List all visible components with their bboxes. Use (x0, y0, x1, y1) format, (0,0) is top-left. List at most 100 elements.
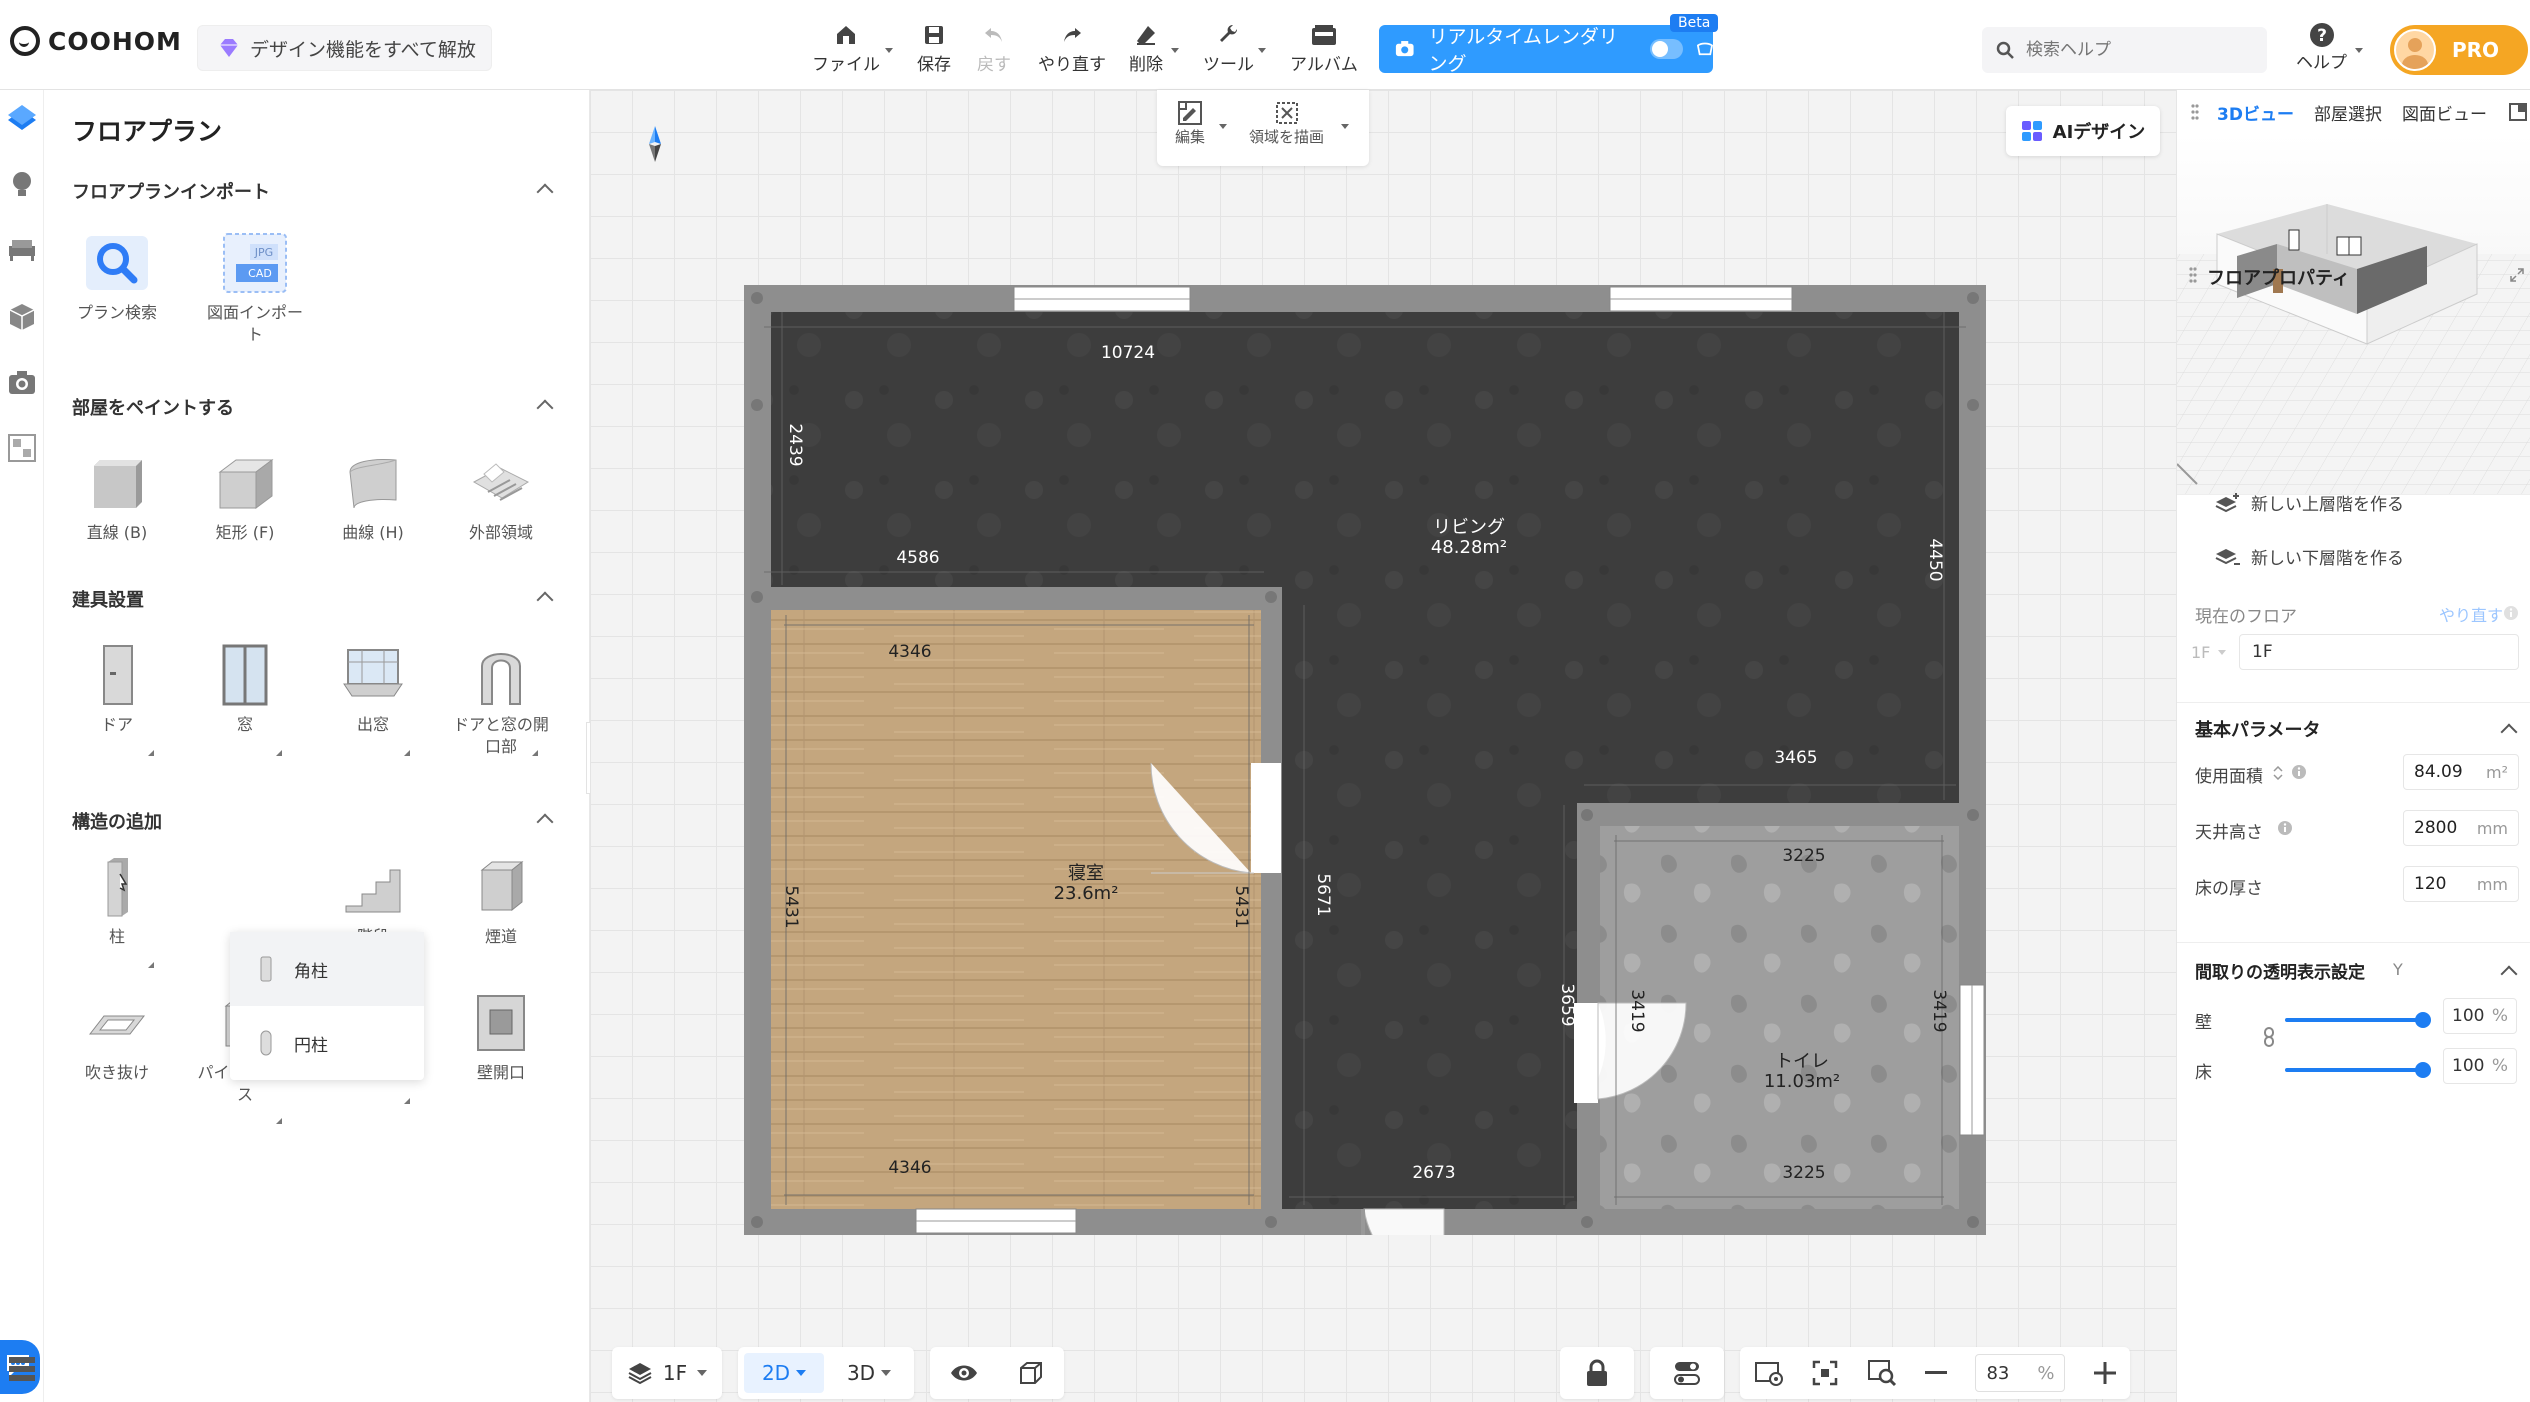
zoom-input[interactable]: 83 % (1975, 1354, 2066, 1392)
render-camera-icon[interactable] (6, 366, 38, 398)
tools-menu-button[interactable]: ツール (1203, 20, 1254, 75)
link-chain-icon[interactable] (2263, 1026, 2275, 1048)
draw-region-tool[interactable]: 領域を描画 (1249, 100, 1324, 147)
compass-icon[interactable] (648, 126, 662, 162)
popout-icon[interactable] (2509, 103, 2527, 121)
undo-button[interactable]: 戻す (977, 20, 1011, 75)
param-floor-thickness-label: 床の厚さ (2195, 879, 2263, 899)
lock-button[interactable] (1560, 1347, 1634, 1399)
expand-icon[interactable] (2510, 268, 2524, 282)
cube-view-icon[interactable] (1018, 1360, 1044, 1386)
opening-more-icon[interactable] (532, 750, 538, 756)
save-button[interactable]: 保存 (917, 20, 951, 75)
floor-transparency-input[interactable]: 100 % (2443, 1048, 2517, 1084)
edit-tool[interactable]: 編集 (1175, 100, 1205, 147)
column-more-icon[interactable] (148, 962, 154, 968)
fit-screen-icon[interactable] (1812, 1360, 1838, 1386)
bay-window-item[interactable]: 出窓 (318, 640, 428, 756)
import-drawing-item[interactable]: JPG CAD 図面インポート (200, 228, 310, 346)
view-mode-switch: 2D 3D (738, 1347, 914, 1399)
ai-design-button[interactable]: AIデザイン (2006, 106, 2160, 156)
lighting-icon[interactable] (6, 168, 38, 200)
zoom-region-icon[interactable] (1867, 1359, 1897, 1387)
area-sort-icon[interactable] (2273, 766, 2283, 780)
door-more-icon[interactable] (148, 750, 154, 756)
zoom-out-icon[interactable] (1925, 1371, 1948, 1375)
bedroom-floor[interactable] (771, 610, 1261, 1209)
draw-rect-item[interactable]: 矩形 (F) (190, 448, 300, 544)
flue-item[interactable]: 煙道 (446, 852, 556, 948)
new-lower-floor-button[interactable]: 新しい下層階を作る (2215, 544, 2404, 569)
bay-wall-more-icon[interactable] (404, 1098, 410, 1104)
redo-button[interactable]: やり直す (1038, 20, 1106, 75)
tab-3d-view[interactable]: 3Dビュー (2217, 100, 2294, 125)
file-menu-button[interactable]: ファイル (812, 20, 880, 75)
materials-box-icon[interactable] (6, 300, 38, 332)
plan-search-item[interactable]: プラン検索 (62, 228, 172, 324)
new-upper-floor-button[interactable]: 新しい上層階を作る (2215, 490, 2404, 515)
collapse-paint-icon[interactable] (536, 399, 554, 417)
collapse-basic-params-icon[interactable] (2500, 723, 2518, 741)
outer-area-item[interactable]: 外部領域 (446, 448, 556, 544)
layout-grid-icon[interactable] (6, 432, 38, 464)
door-window-opening-item[interactable]: ドアと窓の開口部 (446, 640, 556, 758)
draw-region-icon (1275, 102, 1298, 124)
album-button[interactable]: アルバム (1290, 20, 1358, 75)
void-item[interactable]: 吹き抜け (62, 988, 172, 1084)
window-item[interactable]: 窓 (190, 640, 300, 756)
brand-logo[interactable]: COOHOM (10, 26, 182, 56)
draw-line-item[interactable]: 直線 (B) (62, 448, 172, 544)
bay-window-more-icon[interactable] (404, 750, 410, 756)
realtime-rendering-button[interactable]: リアルタイムレンダリング (1379, 25, 1713, 75)
column-item[interactable]: 柱 (62, 852, 172, 968)
window-more-icon[interactable] (276, 750, 282, 756)
floorplan-drawing[interactable]: 10724 2439 4586 4450 4346 5431 5431 4346… (744, 285, 1986, 1235)
drag-handle-icon[interactable] (2191, 103, 2199, 121)
floor-thickness-input[interactable]: 120 mm (2403, 866, 2519, 902)
album-icon (1311, 25, 1336, 45)
render-settings-icon[interactable] (1697, 42, 1713, 56)
door-item[interactable]: ドア (62, 640, 172, 756)
render-toggle[interactable] (1649, 39, 1684, 59)
floorplan-module-icon[interactable] (6, 102, 38, 134)
search-help[interactable] (1982, 27, 2267, 73)
delete-button[interactable]: 削除 (1129, 20, 1163, 75)
view-settings-icon[interactable] (1754, 1359, 1784, 1387)
floor-dropdown[interactable]: 1F (2191, 634, 2243, 670)
floorplan-panel: フロアプラン フロアプランインポート プラン検索 JPG CAD 図面インポート … (44, 90, 590, 1402)
square-column-option[interactable]: 角柱 (230, 932, 424, 1006)
search-input[interactable] (2026, 40, 2246, 60)
lock-icon (1587, 1359, 1607, 1386)
floor-name-input[interactable]: 1F (2239, 634, 2519, 670)
3d-preview[interactable] (2177, 134, 2530, 494)
draw-curve-item[interactable]: 曲線 (H) (318, 448, 428, 544)
wall-transparency-input[interactable]: 100 % (2443, 998, 2517, 1034)
section-title-fixtures: 建具設置 (72, 590, 144, 611)
help-button[interactable]: ? ヘルプ (2296, 22, 2347, 73)
catalog-list-icon[interactable] (6, 1352, 38, 1384)
view-3d-button[interactable]: 3D (834, 1353, 904, 1393)
floor-transparency-slider[interactable] (2285, 1062, 2431, 1078)
area-input[interactable]: 84.09 m² (2403, 754, 2519, 790)
furniture-icon[interactable] (6, 234, 38, 266)
ceiling-height-input[interactable]: 2800 mm (2403, 810, 2519, 846)
tab-plan-view[interactable]: 図面ビュー (2402, 100, 2487, 125)
collapse-transparency-icon[interactable] (2500, 965, 2518, 983)
wall-opening-item[interactable]: 壁開口 (446, 988, 556, 1084)
collapse-import-icon[interactable] (536, 183, 554, 201)
floor-selector[interactable]: 1F (612, 1347, 722, 1399)
wall-transparency-slider[interactable] (2285, 1012, 2431, 1028)
view-2d-button[interactable]: 2D (744, 1353, 824, 1393)
collapse-structure-icon[interactable] (536, 813, 554, 831)
redo-floor-link[interactable]: やり直す (2439, 602, 2503, 626)
unlock-features-button[interactable]: デザイン機能をすべて解放 (197, 25, 492, 71)
collapse-fixtures-icon[interactable] (536, 591, 554, 609)
tab-room-select[interactable]: 部屋選択 (2314, 100, 2382, 125)
pro-account-button[interactable]: PRO (2390, 25, 2528, 75)
zoom-in-icon[interactable] (2093, 1362, 2116, 1384)
pipe-space-more-icon[interactable] (276, 1118, 282, 1124)
settings-toggle-button[interactable] (1650, 1347, 1724, 1399)
round-column-option[interactable]: 円柱 (230, 1006, 424, 1080)
eye-icon[interactable] (950, 1363, 978, 1383)
floor-props-drag-icon[interactable] (2189, 266, 2197, 284)
